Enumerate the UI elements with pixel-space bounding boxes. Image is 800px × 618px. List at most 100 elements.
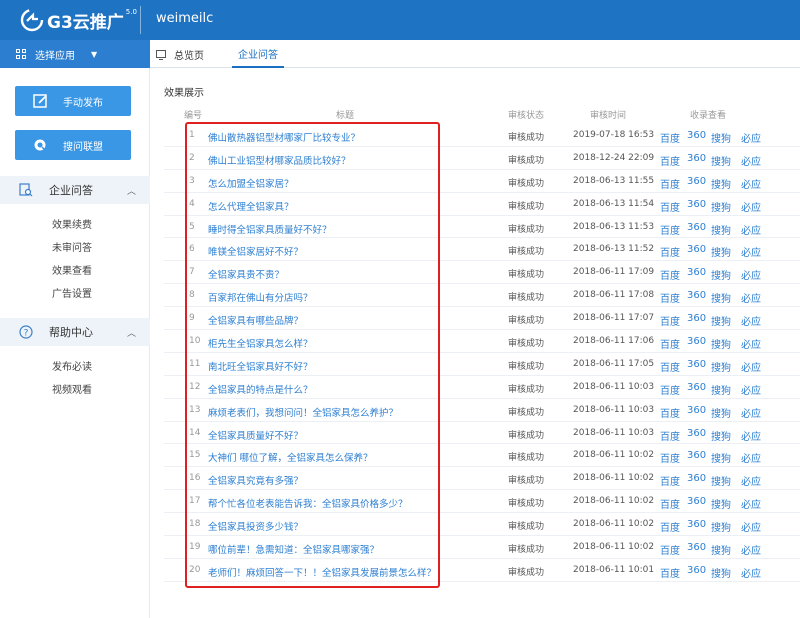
link-360[interactable]: 360	[687, 244, 706, 255]
bing-link[interactable]: 必应	[741, 130, 761, 145]
bing-link[interactable]: 必应	[741, 542, 761, 557]
sogou-link[interactable]: 搜狗	[711, 359, 731, 374]
baidu-link[interactable]: 百度	[660, 359, 680, 374]
baidu-link[interactable]: 百度	[660, 405, 680, 420]
bing-link[interactable]: 必应	[741, 336, 761, 351]
link-360[interactable]: 360	[687, 496, 706, 507]
baidu-link[interactable]: 百度	[660, 450, 680, 465]
link-360[interactable]: 360	[687, 473, 706, 484]
baidu-link[interactable]: 百度	[660, 244, 680, 259]
sogou-link[interactable]: 搜狗	[711, 290, 731, 305]
section-title: 企业问答	[49, 184, 93, 197]
sidebar-section-enterprise-qa[interactable]: 企业问答 ︿	[0, 176, 150, 204]
sidebar-item-ad-settings[interactable]: 广告设置	[52, 285, 92, 300]
bing-link[interactable]: 必应	[741, 244, 761, 259]
app-switch-dropdown[interactable]: 选择应用 ▼	[0, 40, 150, 68]
baidu-link[interactable]: 百度	[660, 519, 680, 534]
bing-link[interactable]: 必应	[741, 359, 761, 374]
sogou-link[interactable]: 搜狗	[711, 450, 731, 465]
bing-link[interactable]: 必应	[741, 290, 761, 305]
link-360[interactable]: 360	[687, 428, 706, 439]
sogou-link[interactable]: 搜狗	[711, 267, 731, 282]
column-header-number: 编号	[184, 111, 203, 121]
sogou-link[interactable]: 搜狗	[711, 153, 731, 168]
baidu-link[interactable]: 百度	[660, 336, 680, 351]
sogou-link[interactable]: 搜狗	[711, 565, 731, 580]
sogou-link[interactable]: 搜狗	[711, 496, 731, 511]
link-360[interactable]: 360	[687, 130, 706, 141]
bing-link[interactable]: 必应	[741, 382, 761, 397]
link-360[interactable]: 360	[687, 450, 706, 461]
bing-link[interactable]: 必应	[741, 450, 761, 465]
bing-link[interactable]: 必应	[741, 519, 761, 534]
baidu-link[interactable]: 百度	[660, 130, 680, 145]
baidu-link[interactable]: 百度	[660, 473, 680, 488]
sogou-link[interactable]: 搜狗	[711, 176, 731, 191]
baidu-link[interactable]: 百度	[660, 176, 680, 191]
bing-link[interactable]: 必应	[741, 176, 761, 191]
bing-link[interactable]: 必应	[741, 222, 761, 237]
sidebar-item-effect-view[interactable]: 效果查看	[52, 262, 92, 277]
bing-link[interactable]: 必应	[741, 313, 761, 328]
link-360[interactable]: 360	[687, 382, 706, 393]
link-360[interactable]: 360	[687, 153, 706, 164]
baidu-link[interactable]: 百度	[660, 542, 680, 557]
link-360[interactable]: 360	[687, 336, 706, 347]
link-360[interactable]: 360	[687, 313, 706, 324]
link-360[interactable]: 360	[687, 359, 706, 370]
bing-link[interactable]: 必应	[741, 428, 761, 443]
bing-link[interactable]: 必应	[741, 153, 761, 168]
link-360[interactable]: 360	[687, 542, 706, 553]
link-360[interactable]: 360	[687, 405, 706, 416]
sogou-link[interactable]: 搜狗	[711, 313, 731, 328]
baidu-link[interactable]: 百度	[660, 222, 680, 237]
sogou-link[interactable]: 搜狗	[711, 199, 731, 214]
link-360[interactable]: 360	[687, 519, 706, 530]
sogou-link[interactable]: 搜狗	[711, 542, 731, 557]
link-360[interactable]: 360	[687, 267, 706, 278]
app-logo[interactable]: G3云推广 5.0	[20, 7, 137, 33]
sogou-link[interactable]: 搜狗	[711, 382, 731, 397]
baidu-link[interactable]: 百度	[660, 382, 680, 397]
baidu-link[interactable]: 百度	[660, 428, 680, 443]
manual-publish-button[interactable]: 手动发布	[15, 86, 131, 116]
baidu-link[interactable]: 百度	[660, 199, 680, 214]
account-name[interactable]: weimeilc	[156, 11, 213, 26]
bing-link[interactable]: 必应	[741, 199, 761, 214]
bing-link[interactable]: 必应	[741, 405, 761, 420]
sidebar-item-videos[interactable]: 视频观看	[52, 381, 92, 396]
search-alliance-button[interactable]: 搜问联盟	[15, 130, 131, 160]
bing-link[interactable]: 必应	[741, 267, 761, 282]
baidu-link[interactable]: 百度	[660, 565, 680, 580]
column-header-status: 审核状态	[508, 111, 545, 121]
link-360[interactable]: 360	[687, 199, 706, 210]
tab-overview[interactable]: 总览页	[150, 40, 210, 68]
baidu-link[interactable]: 百度	[660, 267, 680, 282]
baidu-link[interactable]: 百度	[660, 153, 680, 168]
sogou-link[interactable]: 搜狗	[711, 336, 731, 351]
sidebar-item-renewal[interactable]: 效果续费	[52, 216, 92, 231]
sidebar-item-unreviewed[interactable]: 未审问答	[52, 239, 92, 254]
bing-link[interactable]: 必应	[741, 496, 761, 511]
sogou-link[interactable]: 搜狗	[711, 473, 731, 488]
baidu-link[interactable]: 百度	[660, 313, 680, 328]
sogou-link[interactable]: 搜狗	[711, 244, 731, 259]
link-360[interactable]: 360	[687, 222, 706, 233]
sogou-link[interactable]: 搜狗	[711, 130, 731, 145]
baidu-link[interactable]: 百度	[660, 290, 680, 305]
tab-enterprise-qa[interactable]: 企业问答	[232, 40, 284, 68]
link-360[interactable]: 360	[687, 290, 706, 301]
sogou-link[interactable]: 搜狗	[711, 519, 731, 534]
baidu-link[interactable]: 百度	[660, 496, 680, 511]
bing-link[interactable]: 必应	[741, 473, 761, 488]
link-360[interactable]: 360	[687, 565, 706, 576]
link-360[interactable]: 360	[687, 176, 706, 187]
sidebar-item-publish-guide[interactable]: 发布必读	[52, 358, 92, 373]
main-content: 效果展示 编号 标题 审核状态 审核时间 收录查看 1 佛山散热器铝型材哪家厂比较…	[150, 68, 800, 618]
bing-link[interactable]: 必应	[741, 565, 761, 580]
sogou-link[interactable]: 搜狗	[711, 222, 731, 237]
sogou-link[interactable]: 搜狗	[711, 428, 731, 443]
sidebar-section-help[interactable]: ? 帮助中心 ︿	[0, 318, 150, 346]
review-time: 2018-06-11 17:08	[573, 290, 655, 301]
sogou-link[interactable]: 搜狗	[711, 405, 731, 420]
